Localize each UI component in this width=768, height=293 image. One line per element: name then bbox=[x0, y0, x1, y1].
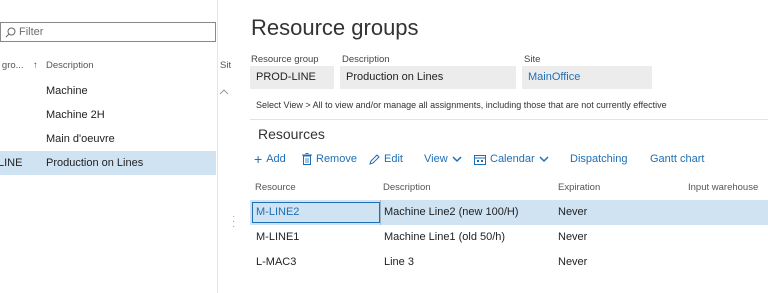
search-icon bbox=[5, 27, 16, 37]
description-cell: Machine Line2 (new 100/H) bbox=[384, 206, 519, 218]
column-divider bbox=[380, 200, 381, 225]
dispatching-button[interactable]: Dispatching bbox=[570, 153, 627, 165]
resource-group-field[interactable]: PROD-LINE bbox=[250, 66, 334, 89]
pane-splitter-handle[interactable]: · · · bbox=[232, 212, 235, 232]
list-header: e gro... ↑ Description Sit bbox=[0, 58, 240, 74]
calendar-menu-button[interactable]: Calendar bbox=[474, 153, 549, 165]
resources-section-title: Resources bbox=[258, 126, 325, 142]
site-label: Site bbox=[524, 54, 541, 65]
pencil-icon bbox=[369, 153, 380, 165]
site-field[interactable]: MainOffice bbox=[522, 66, 652, 89]
chevron-down-icon bbox=[539, 155, 549, 162]
list-item-selected[interactable]: LINE Production on Lines bbox=[0, 151, 216, 175]
add-button[interactable]: + Add bbox=[254, 151, 286, 167]
description-cell: Line 3 bbox=[384, 256, 414, 268]
table-row-selected[interactable]: M-LINE2 Machine Line2 (new 100/H) Never bbox=[250, 200, 768, 225]
sort-ascending-icon[interactable]: ↑ bbox=[33, 60, 38, 71]
list-item[interactable]: Machine 2H bbox=[0, 103, 216, 127]
column-header-site[interactable]: Sit bbox=[220, 60, 231, 71]
resources-grid-header: Resource Description Expiration Input wa… bbox=[250, 182, 768, 196]
list-item-description: Production on Lines bbox=[46, 157, 144, 169]
resource-cell[interactable]: M-LINE1 bbox=[256, 231, 299, 243]
edit-label: Edit bbox=[384, 153, 403, 165]
trash-icon bbox=[302, 153, 312, 165]
add-label: Add bbox=[266, 153, 286, 165]
column-header-resource[interactable]: Resource bbox=[255, 182, 296, 193]
resource-cell[interactable]: M-LINE2 bbox=[256, 206, 299, 218]
remove-button[interactable]: Remove bbox=[302, 153, 357, 165]
expiration-cell: Never bbox=[558, 231, 588, 243]
column-header-description[interactable]: Description bbox=[46, 60, 94, 71]
calendar-label: Calendar bbox=[490, 153, 535, 165]
column-header-resource-group[interactable]: e gro... bbox=[0, 60, 24, 71]
description-cell: Machine Line1 (old 50/h) bbox=[384, 231, 506, 243]
table-row[interactable]: M-LINE1 Machine Line1 (old 50/h) Never bbox=[250, 225, 768, 250]
divider bbox=[250, 119, 768, 120]
expiration-cell: Never bbox=[558, 206, 588, 218]
description-label: Description bbox=[342, 54, 390, 65]
view-menu-button[interactable]: View bbox=[424, 153, 462, 165]
view-label: View bbox=[424, 153, 448, 165]
list-item-description: Machine bbox=[46, 85, 88, 97]
expiration-cell: Never bbox=[558, 256, 588, 268]
list-item[interactable]: Main d'oeuvre bbox=[0, 127, 216, 151]
description-field[interactable]: Production on Lines bbox=[340, 66, 516, 89]
chevron-down-icon bbox=[452, 155, 462, 162]
table-row[interactable]: L-MAC3 Line 3 Never bbox=[250, 250, 768, 275]
list-item[interactable]: Machine bbox=[0, 79, 216, 103]
list-pane: Filter e gro... ↑ Description Sit Machin… bbox=[0, 0, 231, 293]
resource-cell[interactable]: L-MAC3 bbox=[256, 256, 296, 268]
filter-placeholder: Filter bbox=[19, 26, 44, 38]
remove-label: Remove bbox=[316, 153, 357, 165]
plus-icon: + bbox=[254, 151, 263, 167]
calendar-icon bbox=[474, 154, 486, 165]
filter-input[interactable]: Filter bbox=[0, 22, 216, 42]
view-info-text: Select View > All to view and/or manage … bbox=[256, 100, 667, 110]
list-item-description: Machine 2H bbox=[46, 109, 105, 121]
gantt-chart-button[interactable]: Gantt chart bbox=[650, 153, 704, 165]
column-header-input-warehouse[interactable]: Input warehouse bbox=[688, 182, 758, 193]
column-header-expiration[interactable]: Expiration bbox=[558, 182, 600, 193]
resource-group-label: Resource group bbox=[251, 54, 319, 65]
column-header-description[interactable]: Description bbox=[383, 182, 431, 193]
edit-button[interactable]: Edit bbox=[369, 153, 403, 165]
page-title: Resource groups bbox=[251, 15, 419, 40]
list-item-group: LINE bbox=[0, 157, 23, 169]
scroll-up-icon[interactable] bbox=[219, 88, 229, 95]
list-item-description: Main d'oeuvre bbox=[46, 133, 115, 145]
